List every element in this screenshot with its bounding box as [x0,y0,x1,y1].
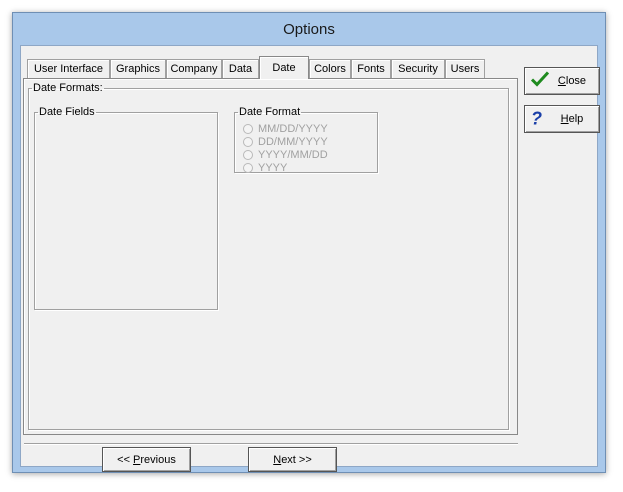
radio-label: DD/MM/YYYY [258,135,328,148]
radio-label: YYYY [258,161,288,174]
date-format-label: Date Format [239,106,301,118]
tab-label: Users [450,63,480,75]
tab-label: Date [272,62,296,74]
tab-user-interface[interactable]: User Interface [27,59,110,78]
radio-option-mmddyyyy[interactable]: MM/DD/YYYY [243,122,328,135]
date-fields-list[interactable] [36,121,216,308]
tab-label: Colors [314,63,346,75]
date-fields-group: Date Fields [34,107,218,310]
previous-button[interactable]: << Previous [102,447,191,472]
previous-label: << Previous [117,454,176,466]
tab-label: Security [398,63,438,75]
tab-date[interactable]: Date [259,56,309,79]
next-label: Next >> [273,454,312,466]
date-tab-panel: Date Formats: Date Fields Date Format MM… [23,78,518,435]
tab-label: User Interface [33,63,104,75]
close-button[interactable]: Close [524,67,600,95]
date-formats-group: Date Formats: Date Fields Date Format MM… [28,83,509,430]
close-label-rest: lose [565,75,587,87]
radio-button[interactable] [243,136,253,147]
title-bar[interactable]: Options [13,13,605,45]
radio-button[interactable] [243,123,253,134]
tab-graphics[interactable]: Graphics [110,59,166,78]
radio-option-yyyy[interactable]: YYYY [243,161,287,174]
radio-button[interactable] [243,149,253,160]
date-format-group: Date Format MM/DD/YYYY DD/MM/YYYY YYYY/M… [234,106,378,174]
date-formats-label: Date Formats: [33,82,103,94]
help-button[interactable]: ? Help [524,105,600,133]
tab-label: Graphics [115,63,161,75]
next-label-rest: ext >> [281,453,312,466]
help-mnemonic: H [560,113,569,125]
options-window: Options User Interface Graphics Company … [12,12,606,473]
question-mark-icon: ? [531,108,542,129]
button-separator [24,443,518,444]
next-button[interactable]: Next >> [248,447,337,472]
tab-company[interactable]: Company [166,59,222,78]
radio-label: MM/DD/YYYY [258,122,328,135]
close-mnemonic: C [557,75,566,87]
radio-button[interactable] [243,162,253,173]
window-title: Options [283,20,335,38]
tab-label: Fonts [357,63,385,75]
help-label-rest: elp [568,113,584,125]
checkmark-icon [530,71,550,91]
help-label: Help [561,113,584,125]
tab-data[interactable]: Data [222,59,259,78]
next-mnemonic: N [273,453,282,466]
dialog-client-area: User Interface Graphics Company Data Dat… [20,45,600,472]
previous-label-rest: revious [140,453,176,466]
tab-security[interactable]: Security [391,59,445,78]
previous-prefix: << [117,453,134,466]
tab-label: Company [170,63,218,75]
tab-label: Data [228,63,253,75]
tab-fonts[interactable]: Fonts [351,59,391,78]
close-label: Close [558,75,586,87]
date-fields-label: Date Fields [39,106,95,118]
tab-users[interactable]: Users [445,59,485,78]
radio-label: YYYY/MM/DD [258,148,328,161]
radio-option-yyyymmdd[interactable]: YYYY/MM/DD [243,148,328,161]
radio-option-ddmmyyyy[interactable]: DD/MM/YYYY [243,135,328,148]
tab-colors[interactable]: Colors [309,59,351,78]
